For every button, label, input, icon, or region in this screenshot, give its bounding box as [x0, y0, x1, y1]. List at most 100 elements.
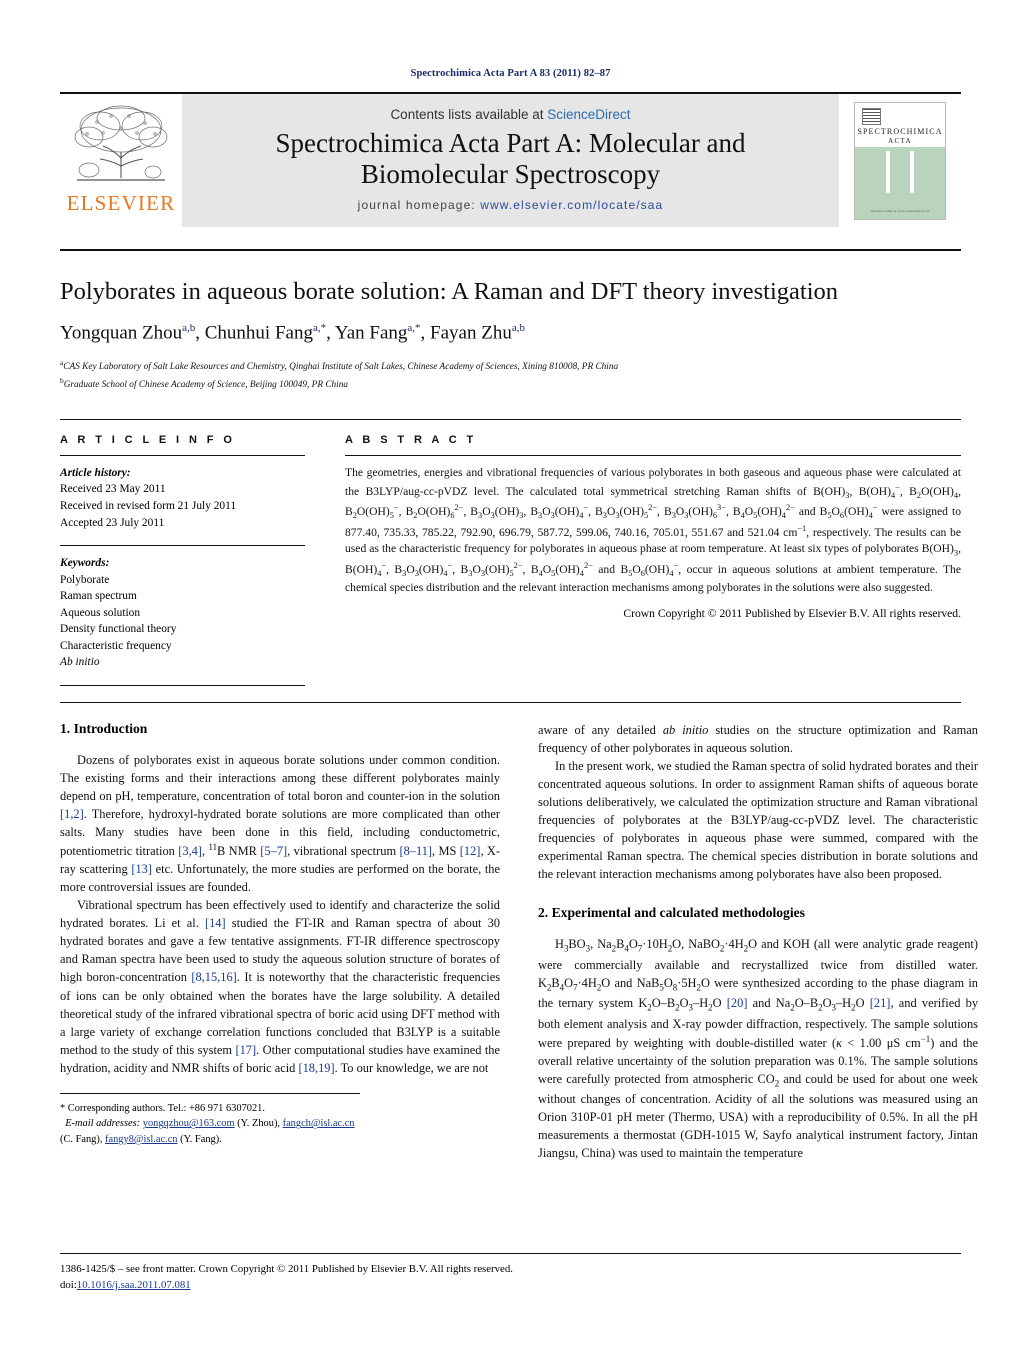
article-info-rule-top — [60, 454, 305, 456]
affiliation-text-b: Graduate School of Chinese Academy of Sc… — [63, 380, 349, 391]
contents-available-line: Contents lists available at ScienceDirec… — [390, 107, 630, 122]
cover-white-bar-right — [910, 150, 914, 193]
author-marks-2: a,* — [312, 321, 327, 334]
affiliation-b: bGraduate School of Chinese Academy of S… — [60, 375, 961, 393]
page-footer: 1386-1425/$ – see front matter. Crown Co… — [60, 1252, 961, 1293]
article-info-heading: A R T I C L E I N F O — [60, 433, 236, 446]
email-who-2: (C. Fang) — [60, 1133, 100, 1145]
journal-title: Spectrochimica Acta Part A: Molecular an… — [275, 128, 745, 190]
citation-1-2[interactable]: [1,2] — [60, 807, 84, 821]
issn-copyright-line: 1386-1425/$ – see front matter. Crown Co… — [60, 1262, 513, 1275]
contents-prefix: Contents lists available at — [390, 106, 548, 122]
citation-12[interactable]: [12] — [460, 844, 481, 858]
body-column-left: 1. Introduction Dozens of polyborates ex… — [60, 721, 500, 1163]
author-marks-4: a,b — [511, 321, 525, 334]
sciencedirect-link[interactable]: ScienceDirect — [547, 107, 630, 122]
email-note: E-mail addresses: yongqzhou@163.com (Y. … — [60, 1118, 355, 1145]
journal-homepage-line: journal homepage: www.elsevier.com/locat… — [358, 198, 664, 212]
keyword-5: Ab initio — [60, 656, 100, 669]
citation-13[interactable]: [13] — [131, 862, 152, 876]
elsevier-logo: ELSEVIER — [60, 94, 182, 227]
keyword-4: Characteristic frequency — [60, 639, 172, 652]
elsevier-tree-icon — [67, 100, 175, 192]
citation-5-7[interactable]: [5–7] — [260, 844, 287, 858]
elsevier-wordmark: ELSEVIER — [66, 191, 176, 215]
cover-title-line1: SPECTROCHIMICA — [857, 126, 943, 136]
body-divider — [60, 701, 961, 703]
journal-title-line1: Spectrochimica Acta Part A: Molecular an… — [275, 127, 746, 158]
email-link-2[interactable]: fangch@isl.ac.cn — [283, 1118, 355, 1129]
citation-20[interactable]: [20] — [727, 996, 748, 1010]
citation-3-4[interactable]: [3,4] — [178, 844, 202, 858]
cover-mini-logo-icon — [862, 107, 881, 125]
affiliations: aCAS Key Laboratory of Salt Lake Resourc… — [60, 357, 961, 393]
author-name-3: Yan Fang — [334, 322, 408, 344]
keywords-label: Keywords: — [60, 557, 110, 570]
abstract-rule-top — [345, 454, 961, 456]
email-label: E-mail addresses: — [65, 1118, 141, 1130]
section-heading-introduction: 1. Introduction — [60, 720, 148, 736]
author-name-2: Chunhui Fang — [204, 322, 313, 344]
homepage-label: journal homepage: — [357, 198, 476, 213]
abstract-text: The geometries, energies and vibrational… — [345, 465, 961, 595]
keywords-block: Keywords: Polyborate Raman spectrum Aque… — [60, 555, 305, 671]
history-item-2: Accepted 23 July 2011 — [60, 516, 165, 529]
citation-8-11[interactable]: [8–11] — [399, 844, 432, 858]
footnote-block: * Corresponding authors. Tel.: +86 971 6… — [60, 1092, 360, 1148]
article-info-column: A R T I C L E I N F O Article history: R… — [60, 434, 305, 686]
journal-cover-thumbnail: SPECTROCHIMICA ACTA PART A: MOLECULAR AN… — [839, 94, 961, 227]
body-columns: 1. Introduction Dozens of polyborates ex… — [60, 721, 978, 1163]
keyword-1: Raman spectrum — [60, 590, 137, 603]
history-item-0: Received 23 May 2011 — [60, 483, 166, 496]
email-link-1[interactable]: yongqzhou@163.com — [143, 1118, 235, 1129]
citation-14[interactable]: [14] — [205, 916, 226, 930]
author-marks-1: a,b — [182, 321, 196, 334]
email-who-1: (Y. Zhou) — [237, 1118, 278, 1130]
affiliation-text-a: CAS Key Laboratory of Salt Lake Resource… — [63, 361, 619, 372]
cover-image: SPECTROCHIMICA ACTA PART A: MOLECULAR AN… — [854, 101, 946, 220]
article-info-rule-bottom — [60, 684, 305, 686]
abstract-column: A B S T R A C T The geometries, energies… — [345, 434, 961, 686]
article-history-block: Article history: Received 23 May 2011 Re… — [60, 465, 305, 531]
citation-17[interactable]: [17] — [235, 1043, 256, 1057]
author-name-1: Yongquan Zhou — [60, 322, 183, 344]
keyword-3: Density functional theory — [60, 623, 177, 636]
history-item-1: Received in revised form 21 July 2011 — [60, 500, 237, 513]
intro-paragraph-1: Dozens of polyborates exist in aqueous b… — [60, 752, 501, 895]
homepage-url[interactable]: www.elsevier.com/locate/saa — [480, 198, 663, 212]
intro-continued: aware of any detailed ab initio studies … — [538, 722, 978, 755]
masthead-center: Contents lists available at ScienceDirec… — [182, 94, 839, 227]
article-history-label: Article history: — [60, 466, 131, 479]
doi-label: doi: — [60, 1278, 77, 1291]
email-link-3[interactable]: fangy8@isl.ac.cn — [105, 1134, 177, 1145]
affiliation-a: aCAS Key Laboratory of Salt Lake Resourc… — [60, 357, 961, 375]
citation-18-19[interactable]: [18,19] — [298, 1061, 334, 1075]
title-divider — [60, 249, 961, 251]
abstract-heading: A B S T R A C T — [345, 433, 477, 446]
doi-line: doi:10.1016/j.saa.2011.07.081 — [60, 1277, 961, 1293]
cover-white-bar-left — [886, 150, 890, 193]
author-list: Yongquan Zhoua,b, Chunhui Fanga,*, Yan F… — [60, 321, 525, 344]
author-name-4: Fayan Zhu — [430, 322, 512, 344]
citation-8-15-16[interactable]: [8,15,16] — [191, 970, 236, 984]
body-column-right: aware of any detailed ab initio studies … — [538, 721, 978, 1163]
cover-footer-text: Available online at www.sciencedirect.co… — [870, 208, 930, 213]
keyword-2: Aqueous solution — [60, 606, 141, 619]
citation-21[interactable]: [21] — [870, 996, 891, 1010]
journal-masthead: ELSEVIER Contents lists available at Sci… — [60, 92, 961, 227]
article-info-rule-mid — [60, 545, 305, 547]
keyword-0: Polyborate — [60, 573, 110, 586]
email-who-3: (Y. Fang) — [180, 1133, 220, 1145]
author-marks-3: a,* — [407, 321, 421, 334]
section-heading-methods: 2. Experimental and calculated methodolo… — [538, 905, 805, 921]
cover-title-line2: ACTA — [888, 136, 912, 145]
doi-link[interactable]: 10.1016/j.saa.2011.07.081 — [77, 1279, 191, 1291]
abstract-copyright: Crown Copyright © 2011 Published by Else… — [623, 607, 961, 621]
info-abstract-region: A R T I C L E I N F O Article history: R… — [60, 418, 961, 686]
page-title: Polyborates in aqueous borate solution: … — [60, 278, 839, 305]
methods-paragraph-1: H3BO3, Na2B4O7·10H2O, NaBO2·4H2O and KOH… — [538, 937, 979, 1161]
corresponding-author-note: * Corresponding authors. Tel.: +86 971 6… — [60, 1102, 265, 1114]
intro-paragraph-2: Vibrational spectrum has been effectivel… — [60, 898, 501, 1075]
running-head: Spectrochimica Acta Part A 83 (2011) 82–… — [410, 68, 611, 79]
journal-title-line2: Biomolecular Spectroscopy — [360, 159, 661, 189]
